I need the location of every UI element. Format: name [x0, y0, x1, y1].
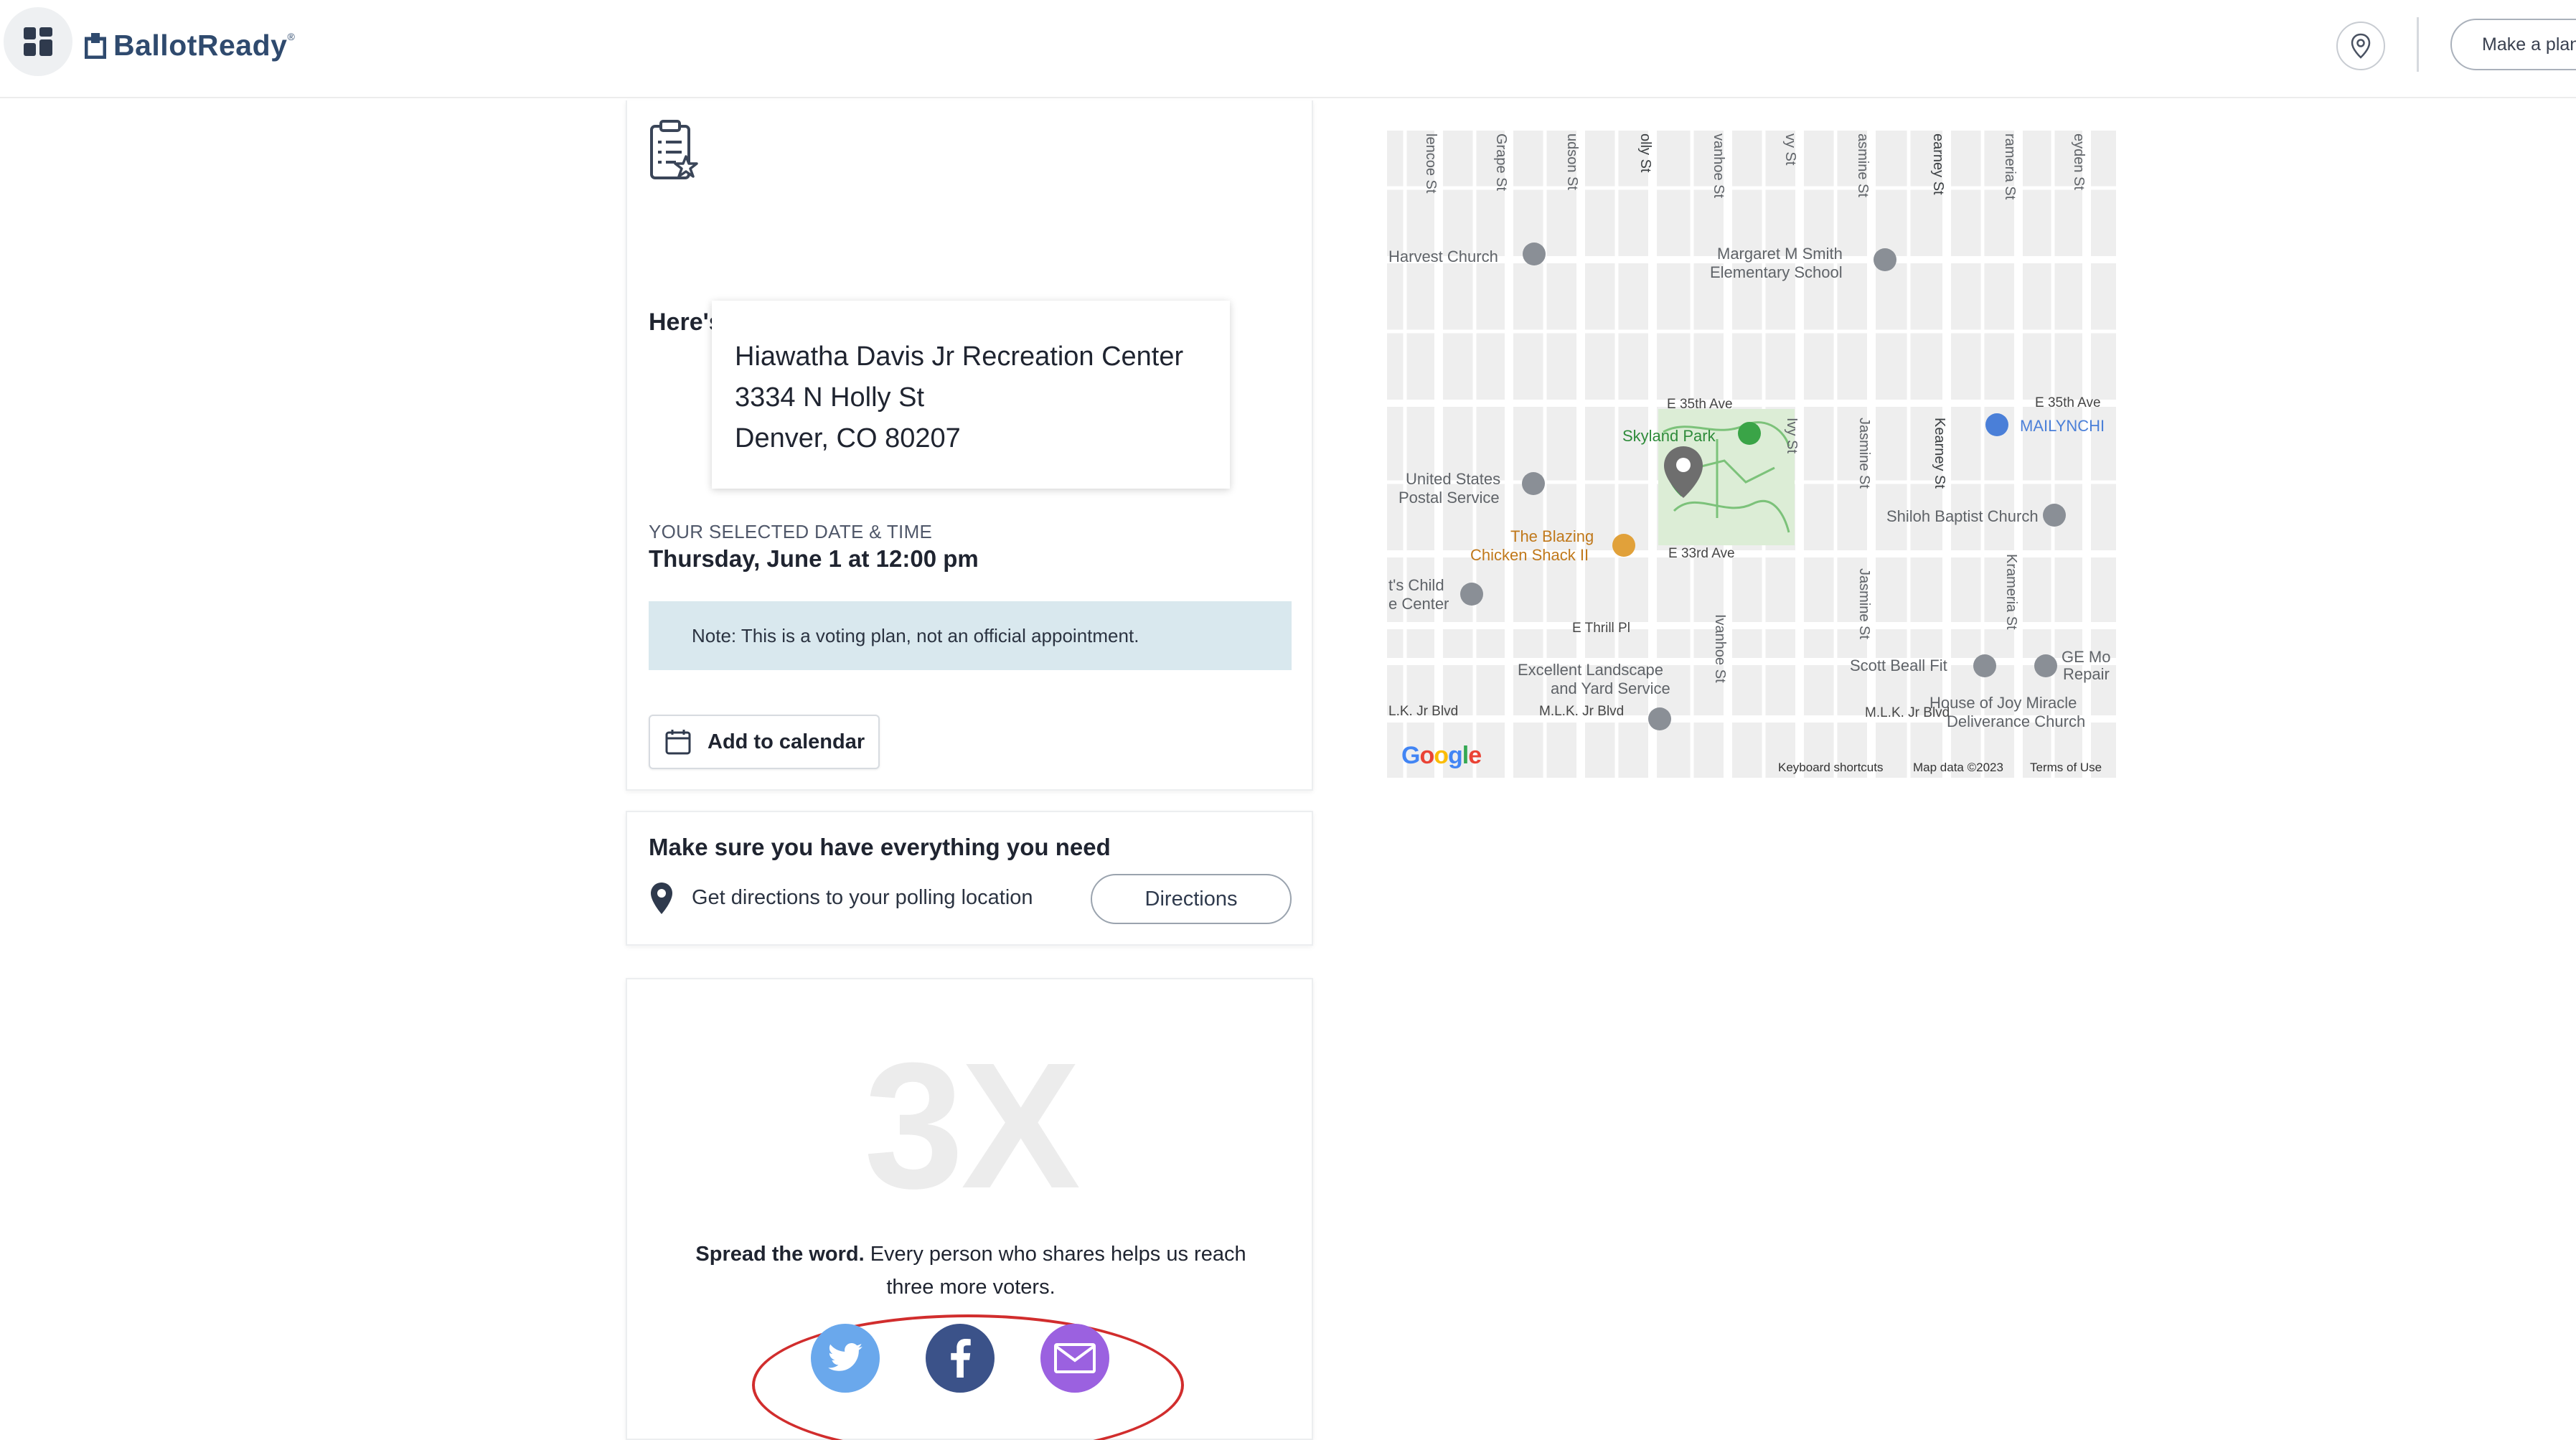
location-pin-icon[interactable] — [2336, 22, 2385, 70]
selected-datetime-label: YOUR SELECTED DATE & TIME — [649, 521, 933, 542]
place-house-joy-2: Deliverance Church — [1947, 712, 2086, 730]
page: BallotReady ® Make a plan Here's your pl… — [0, 0, 2576, 1440]
street-label-holly: olly St — [1637, 133, 1653, 173]
place-usps-1: United States — [1406, 470, 1501, 488]
share-body: Every person who shares helps us reach t… — [864, 1243, 1246, 1299]
place-house-joy-1: House of Joy Miracle — [1929, 694, 2077, 712]
street-label-thrill: E Thrill Pl — [1572, 621, 1630, 636]
polling-place-name: Hiawatha Davis Jr Recreation Center — [735, 342, 1184, 372]
street-label-mlk-3: M.L.K. Jr Blvd — [1865, 705, 1950, 720]
add-to-calendar-button[interactable]: Add to calendar — [649, 715, 880, 769]
polling-street: 3334 N Holly St — [735, 382, 925, 413]
map-streets — [1387, 131, 2116, 778]
share-message: Spread the word. Every person who shares… — [685, 1238, 1257, 1304]
add-to-calendar-label: Add to calendar — [708, 730, 865, 753]
plan-summary-card: Here's your plan summary: Hiawatha Davis… — [626, 100, 1313, 791]
street-label-grape: Grape St — [1493, 133, 1509, 192]
polling-location-map[interactable]: lencoe St Grape St udson St olly St vanh… — [1387, 131, 2116, 778]
place-scott-beall: Scott Beall Fit — [1850, 657, 1947, 674]
share-lead: Spread the word. — [695, 1243, 865, 1266]
street-label-krameria-low: Krameria St — [2003, 554, 2019, 630]
directions-button[interactable]: Directions — [1091, 874, 1292, 924]
place-excellent-2: and Yard Service — [1551, 679, 1670, 697]
header-divider — [2417, 17, 2419, 72]
street-label-kearney: earney St — [1930, 133, 1946, 195]
place-margaret-smith-1: Margaret M Smith — [1717, 245, 1843, 263]
ballot-box-icon — [85, 33, 106, 59]
checklist-card: Make sure you have everything you need G… — [626, 811, 1313, 946]
place-harvest-church: Harvest Church — [1388, 248, 1498, 265]
polling-city: Denver, CO 80207 — [735, 423, 961, 453]
place-blazing-2: Chicken Shack II — [1470, 546, 1589, 564]
street-label-mlk-1: L.K. Jr Blvd — [1388, 704, 1459, 719]
terms-of-use-link[interactable]: Terms of Use — [2030, 761, 2102, 775]
street-label-glencoe: lencoe St — [1423, 133, 1439, 194]
place-skyland-park: Skyland Park — [1622, 427, 1716, 445]
calendar-icon — [665, 730, 691, 755]
place-shiloh-church: Shiloh Baptist Church — [1886, 507, 2039, 525]
street-label-ivy: vy St — [1782, 133, 1798, 166]
street-label-ivanhoe: vanhoe St — [1711, 133, 1726, 199]
voting-plan-note: Note: This is a voting plan, not an offi… — [649, 601, 1292, 670]
street-label-e35th-right: E 35th Ave — [2035, 395, 2101, 410]
street-label-kearney-mid: Kearney St — [1932, 418, 1947, 489]
street-label-jasmine-mid: Jasmine St — [1856, 418, 1872, 489]
directions-text: Get directions to your polling location — [692, 886, 1033, 909]
place-usps-2: Postal Service — [1399, 489, 1500, 507]
place-ge-repair: Repair — [2063, 665, 2110, 683]
top-navigation-bar: BallotReady ® Make a plan — [0, 0, 2576, 98]
map-pin-icon — [651, 883, 672, 914]
street-label-e33rd: E 33rd Ave — [1668, 546, 1735, 561]
street-label-jasmine: asmine St — [1855, 133, 1871, 197]
envelope-icon — [1054, 1343, 1096, 1373]
street-label-mlk-2: M.L.K. Jr Blvd — [1539, 704, 1625, 719]
dashboard-grid-icon[interactable] — [4, 7, 72, 76]
place-blazing-1: The Blazing — [1510, 527, 1594, 545]
place-mailynchi: MAILYNCHI — [2020, 417, 2105, 435]
map-data-attribution: Map data ©2023 — [1913, 761, 2003, 774]
checklist-title: Make sure you have everything you need — [649, 834, 1111, 860]
email-share-button[interactable] — [1040, 1324, 1109, 1393]
street-label-leyden: eyden St — [2071, 133, 2087, 190]
street-label-jasmine-low: Jasmine St — [1856, 568, 1872, 639]
place-ge-mo: GE Mo — [2062, 648, 2111, 666]
multiplier-graphic: 3X — [864, 1025, 1081, 1225]
twitter-bird-icon — [828, 1342, 862, 1371]
google-logo: Google — [1401, 742, 1482, 769]
place-margaret-smith-2: Elementary School — [1710, 263, 1843, 281]
polling-address-box: Hiawatha Davis Jr Recreation Center 3334… — [712, 301, 1230, 489]
street-label-krameria: rameria St — [2002, 133, 2018, 200]
street-label-e35th-left: E 35th Ave — [1667, 397, 1733, 412]
share-card: 3X Spread the word. Every person who sha… — [626, 978, 1313, 1440]
make-plan-button[interactable]: Make a plan — [2450, 19, 2576, 70]
place-excellent-1: Excellent Landscape — [1518, 661, 1664, 679]
twitter-share-button[interactable] — [811, 1324, 880, 1393]
place-child-center-2: e Center — [1388, 595, 1449, 613]
registered-mark: ® — [287, 31, 295, 42]
street-label-ivy-mid: Ivy St — [1784, 418, 1800, 454]
selected-datetime-value: Thursday, June 1 at 12:00 pm — [649, 545, 979, 572]
brand-name: BallotReady — [113, 28, 288, 62]
ballotready-logo[interactable]: BallotReady ® — [85, 24, 295, 67]
street-label-ivanhoe-low: Ivanhoe St — [1712, 614, 1728, 683]
clipboard-checklist-icon — [650, 120, 698, 179]
facebook-share-button[interactable] — [926, 1324, 995, 1393]
street-label-hudson: udson St — [1564, 133, 1580, 190]
keyboard-shortcuts-link[interactable]: Keyboard shortcuts — [1778, 761, 1883, 775]
facebook-f-icon — [951, 1339, 971, 1378]
place-child-center-1: t's Child — [1388, 576, 1444, 594]
